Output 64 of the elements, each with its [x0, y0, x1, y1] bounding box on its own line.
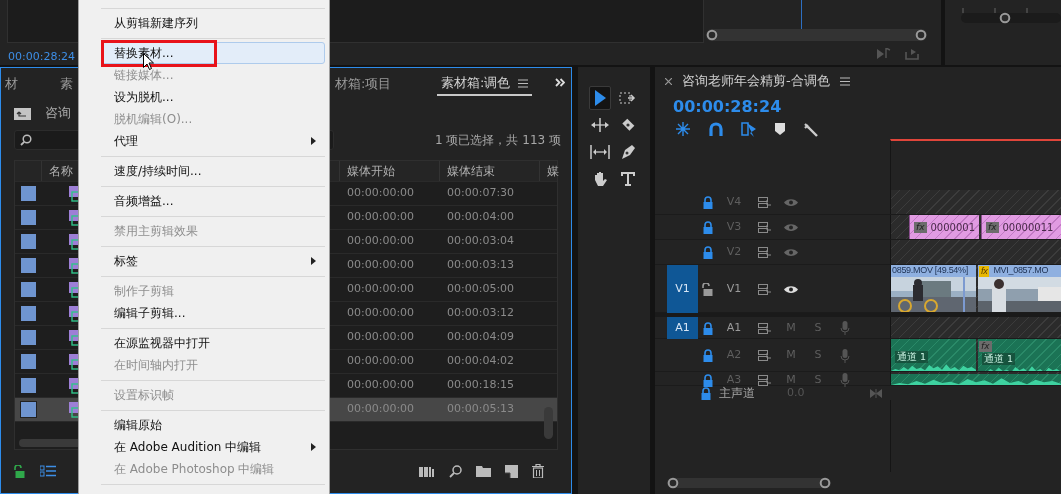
table-cell-text: 00:00:03:12 — [446, 305, 516, 322]
video-clip[interactable]: fx MVI_0857.MO — [978, 265, 1061, 312]
table-cell-text: 00:00:03:04 — [446, 233, 516, 250]
clip-name: 0859.MOV [49.54%] — [892, 265, 968, 278]
source-patch[interactable]: V1 — [667, 265, 698, 313]
menu-item[interactable]: 编辑子剪辑... — [101, 302, 325, 324]
audio-clip[interactable]: 通道 1 — [891, 339, 976, 371]
table-cell-text: 00:00:05:13 — [446, 401, 516, 418]
panel-tab[interactable]: 材 — [1, 72, 56, 96]
menu-item[interactable]: 速度/持续时间... — [101, 160, 325, 182]
menu-item[interactable]: 在 Adobe Audition 中编辑 — [101, 436, 325, 458]
table-cell-text: 00:00:00:00 — [346, 353, 416, 370]
folder-path: 咨询 — [45, 104, 71, 123]
table-cell-text: 00:00:00:00 — [346, 209, 416, 226]
track-name[interactable]: A1 — [726, 319, 742, 337]
column-header[interactable]: 媒 — [539, 161, 559, 181]
effect-badge: fx — [979, 341, 992, 352]
channel-label: 通道 1 — [895, 351, 929, 363]
timecode[interactable]: 00:00:28:24 — [655, 95, 1061, 119]
audio-clip[interactable]: fx 通道 1 — [978, 339, 1061, 371]
menu-item[interactable]: 设为脱机... — [101, 86, 325, 108]
panel-tab[interactable]: 材箱:项目 — [331, 72, 437, 96]
graphic-clip[interactable]: fx 0000001 — [909, 215, 979, 239]
menu-item[interactable]: 标签 — [101, 250, 325, 272]
channel-label: 通道 1 — [982, 353, 1016, 365]
panel-tab[interactable]: 素材箱:调色 — [437, 72, 533, 96]
menu-item[interactable]: 从剪辑新建序列 — [101, 12, 325, 34]
clip-name: MVI_0857.MO — [993, 265, 1049, 278]
table-cell-text: 00:00:00:00 — [346, 281, 416, 298]
table-cell-text: 00:00:00:00 — [346, 185, 416, 202]
column-header[interactable]: 媒体结束 — [439, 161, 539, 181]
video-clip[interactable]: 0859.MOV [49.54%] — [891, 265, 976, 312]
table-cell-text: 00:00:18:15 — [446, 377, 516, 394]
graphic-clip[interactable]: fx 00000011 — [981, 215, 1061, 239]
sequence-tab[interactable]: 咨询老师年会精剪-合调色 — [682, 71, 830, 91]
table-cell-text: 00:00:05:00 — [446, 281, 516, 298]
table-cell-text: 00:00:03:13 — [446, 257, 516, 274]
table-cell-text: 00:00:04:02 — [446, 353, 516, 370]
table-cell-text: 00:00:00:00 — [346, 257, 416, 274]
timecode: 00:00:28:24 — [8, 48, 76, 65]
column-header[interactable]: 媒体开始 — [339, 161, 439, 181]
clip-name: 00000011 — [1002, 220, 1054, 235]
track-lane[interactable]: fx 0000001 fx 00000011 — [890, 215, 1061, 239]
track-name[interactable]: V1 — [726, 280, 742, 298]
effect-badge: fx — [914, 221, 927, 233]
effect-badge: fx — [986, 221, 999, 233]
table-cell-text: 00:00:00:00 — [346, 305, 416, 322]
track-name[interactable]: 主声道 — [719, 387, 755, 399]
clip-name: 0000001 — [930, 220, 976, 235]
table-cell-text: 00:00:07:30 — [446, 185, 516, 202]
menu-item[interactable]: 音频增益... — [101, 190, 325, 212]
table-cell-text: 00:00:00:00 — [346, 329, 416, 346]
table-cell-text: 00:00:00:00 — [346, 401, 416, 418]
track-lane[interactable]: 0859.MOV [49.54%] fx MVI_0857.MO — [890, 265, 1061, 312]
source-patch[interactable]: A1 — [667, 317, 698, 339]
table-cell-text: 00:00:04:09 — [446, 329, 516, 346]
table-cell-text: 00:00:00:00 — [346, 377, 416, 394]
menu-item[interactable]: 代理 — [101, 130, 325, 152]
table-cell-text: 00:00:00:00 — [346, 233, 416, 250]
track-lane[interactable]: 通道 1 fx 通道 1 — [890, 339, 1061, 371]
selection-count: 1 项已选择，共 113 项 — [435, 132, 562, 149]
effect-badge: fx — [979, 265, 990, 277]
menu-item[interactable]: 在源监视器中打开 — [101, 332, 325, 354]
table-cell-text: 00:00:04:00 — [446, 209, 516, 226]
